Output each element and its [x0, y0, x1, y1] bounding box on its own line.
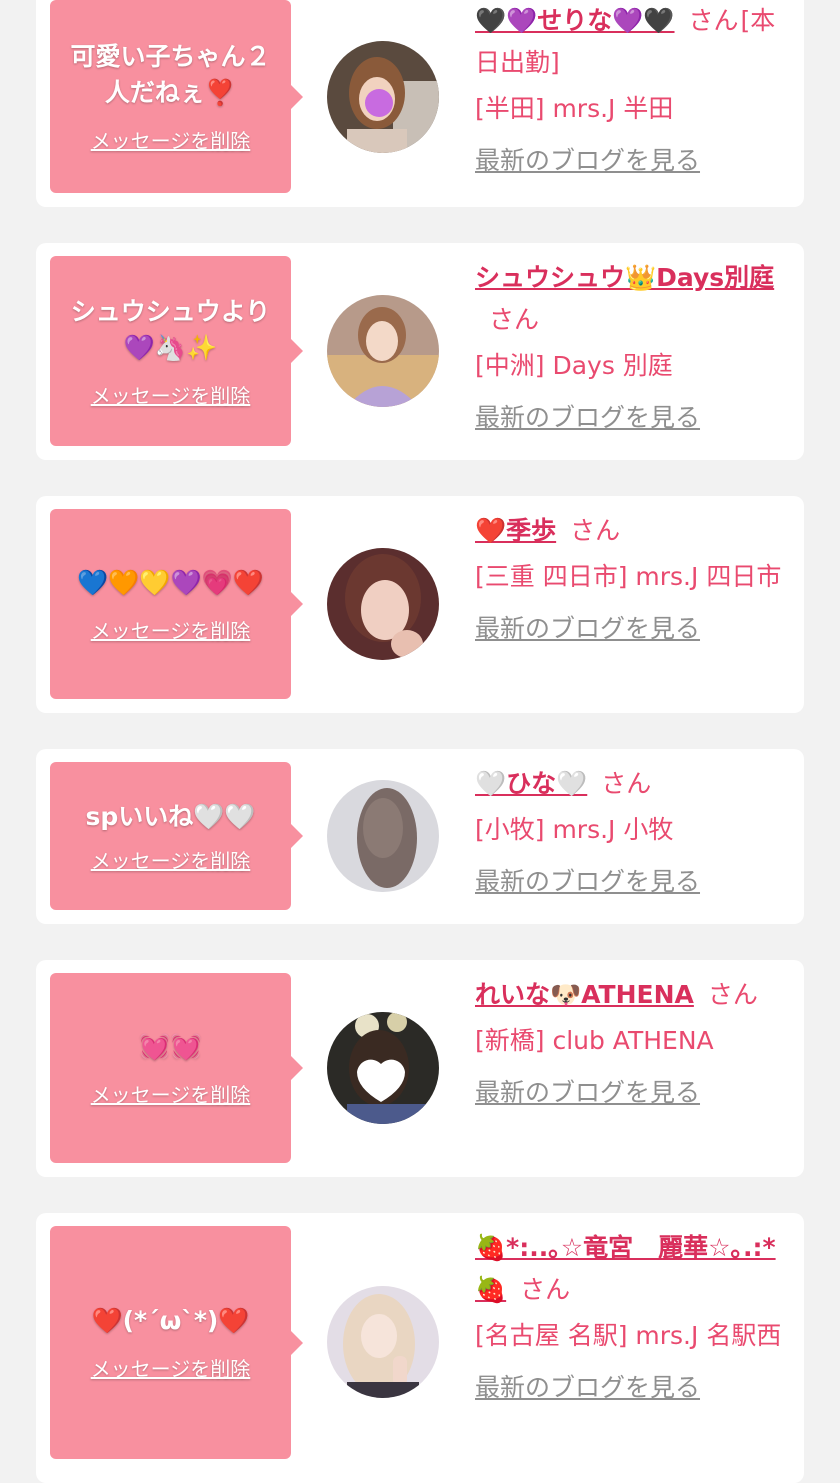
message-card: ❤️(*´ω`*)❤️ メッセージを削除 🍓*:..｡☆竜宮 麗華☆｡.:*🍓 さ…: [36, 1213, 804, 1483]
avatar[interactable]: [327, 41, 439, 153]
girl-photo-avatar-icon: [327, 780, 439, 892]
name-line: シュウシュウ👑Days別庭さん: [475, 257, 795, 341]
shop-label: [半田] mrs.J 半田: [475, 94, 674, 123]
name-line: 🤍ひな🤍 さん: [475, 763, 795, 805]
avatar[interactable]: [327, 1286, 439, 1398]
cast-info: れいな🐶ATHENA さん [新橋] club ATHENA 最新のブログを見る: [475, 974, 795, 1114]
message-card: spいいね🤍🤍 メッセージを削除 🤍ひな🤍 さん [小牧] mrs.J 小牧 最新…: [36, 749, 804, 924]
shop-label: [中洲] Days 別庭: [475, 351, 673, 380]
latest-blog-link[interactable]: 最新のブログを見る: [475, 140, 795, 182]
girl-photo-avatar-icon: [327, 548, 439, 660]
honorific-label: さん: [520, 1275, 571, 1304]
message-text: 💙🧡💛💜💗❤️: [77, 567, 264, 597]
delete-message-link[interactable]: メッセージを削除: [91, 380, 251, 409]
latest-blog-link[interactable]: 最新のブログを見る: [475, 1367, 795, 1409]
shop-label: [小牧] mrs.J 小牧: [475, 815, 674, 844]
honorific-label: さん: [570, 516, 621, 545]
cast-name-link[interactable]: 🖤💜せりな💜🖤: [475, 6, 675, 35]
cast-info: 🍓*:..｡☆竜宮 麗華☆｡.:*🍓 さん [名古屋 名駅] mrs.J 名駅西 …: [475, 1227, 795, 1409]
avatar[interactable]: [327, 295, 439, 407]
name-line: 🍓*:..｡☆竜宮 麗華☆｡.:*🍓 さん: [475, 1227, 795, 1311]
delete-message-link[interactable]: メッセージを削除: [91, 615, 251, 644]
name-line: ❤️季歩 さん: [475, 510, 795, 552]
cast-name-link[interactable]: ❤️季歩: [475, 516, 556, 545]
latest-blog-link[interactable]: 最新のブログを見る: [475, 1072, 795, 1114]
message-card: 可愛い子ちゃん２人だねぇ❣️ メッセージを削除 🖤💜せりな💜🖤 さん[本日出勤] …: [36, 0, 804, 207]
delete-message-link[interactable]: メッセージを削除: [91, 845, 251, 874]
name-line: れいな🐶ATHENA さん: [475, 974, 795, 1016]
honorific-label: さん: [601, 769, 652, 798]
latest-blog-link[interactable]: 最新のブログを見る: [475, 397, 795, 439]
message-text: spいいね🤍🤍: [85, 801, 256, 831]
latest-blog-link[interactable]: 最新のブログを見る: [475, 861, 795, 903]
message-text: 可愛い子ちゃん２人だねぇ❣️: [70, 42, 271, 107]
avatar[interactable]: [327, 1012, 439, 1124]
delete-message-link[interactable]: メッセージを削除: [91, 1353, 251, 1382]
message-bubble: シュウシュウより💜🦄✨ メッセージを削除: [50, 256, 303, 446]
cast-info: ❤️季歩 さん [三重 四日市] mrs.J 四日市 最新のブログを見る: [475, 510, 795, 650]
message-card: 💙🧡💛💜💗❤️ メッセージを削除 ❤️季歩 さん [三重 四日市] mrs.J 四…: [36, 496, 804, 713]
shop-label: [新橋] club ATHENA: [475, 1026, 714, 1055]
message-card: 💓💓 メッセージを削除 れいな🐶ATHENA さん [新橋] club ATHEN…: [36, 960, 804, 1177]
message-text: 💓💓: [139, 1031, 202, 1061]
cast-info: シュウシュウ👑Days別庭さん [中洲] Days 別庭 最新のブログを見る: [475, 257, 795, 439]
name-line: 🖤💜せりな💜🖤 さん[本日出勤]: [475, 0, 795, 84]
cast-name-link[interactable]: シュウシュウ👑Days別庭: [475, 263, 774, 292]
honorific-label: さん: [688, 6, 739, 35]
message-bubble: 可愛い子ちゃん２人だねぇ❣️ メッセージを削除: [50, 0, 303, 193]
girl-photo-avatar-icon: [327, 295, 439, 407]
cast-info: 🤍ひな🤍 さん [小牧] mrs.J 小牧 最新のブログを見る: [475, 763, 795, 903]
avatar[interactable]: [327, 780, 439, 892]
message-text: ❤️(*´ω`*)❤️: [91, 1306, 250, 1335]
girl-photo-avatar-icon: [327, 1012, 439, 1124]
delete-message-link[interactable]: メッセージを削除: [91, 1079, 251, 1108]
message-bubble: ❤️(*´ω`*)❤️ メッセージを削除: [50, 1226, 303, 1459]
message-bubble: 💓💓 メッセージを削除: [50, 973, 303, 1163]
cast-info: 🖤💜せりな💜🖤 さん[本日出勤] [半田] mrs.J 半田 最新のブログを見る: [475, 0, 795, 182]
honorific-label: さん: [489, 305, 540, 334]
honorific-label: さん: [707, 980, 758, 1009]
shop-label: [名古屋 名駅] mrs.J 名駅西: [475, 1321, 782, 1350]
shop-label: [三重 四日市] mrs.J 四日市: [475, 562, 782, 591]
message-text: シュウシュウより💜🦄✨: [70, 296, 271, 362]
avatar[interactable]: [327, 548, 439, 660]
girl-photo-avatar-icon: [327, 41, 439, 153]
message-bubble: 💙🧡💛💜💗❤️ メッセージを削除: [50, 509, 303, 699]
latest-blog-link[interactable]: 最新のブログを見る: [475, 608, 795, 650]
delete-message-link[interactable]: メッセージを削除: [91, 125, 251, 154]
girl-photo-avatar-icon: [327, 1286, 439, 1398]
message-card: シュウシュウより💜🦄✨ メッセージを削除 シュウシュウ👑Days別庭さん [中洲…: [36, 243, 804, 460]
cast-name-link[interactable]: 🤍ひな🤍: [475, 769, 587, 798]
message-bubble: spいいね🤍🤍 メッセージを削除: [50, 762, 303, 910]
cast-name-link[interactable]: れいな🐶ATHENA: [475, 980, 694, 1009]
